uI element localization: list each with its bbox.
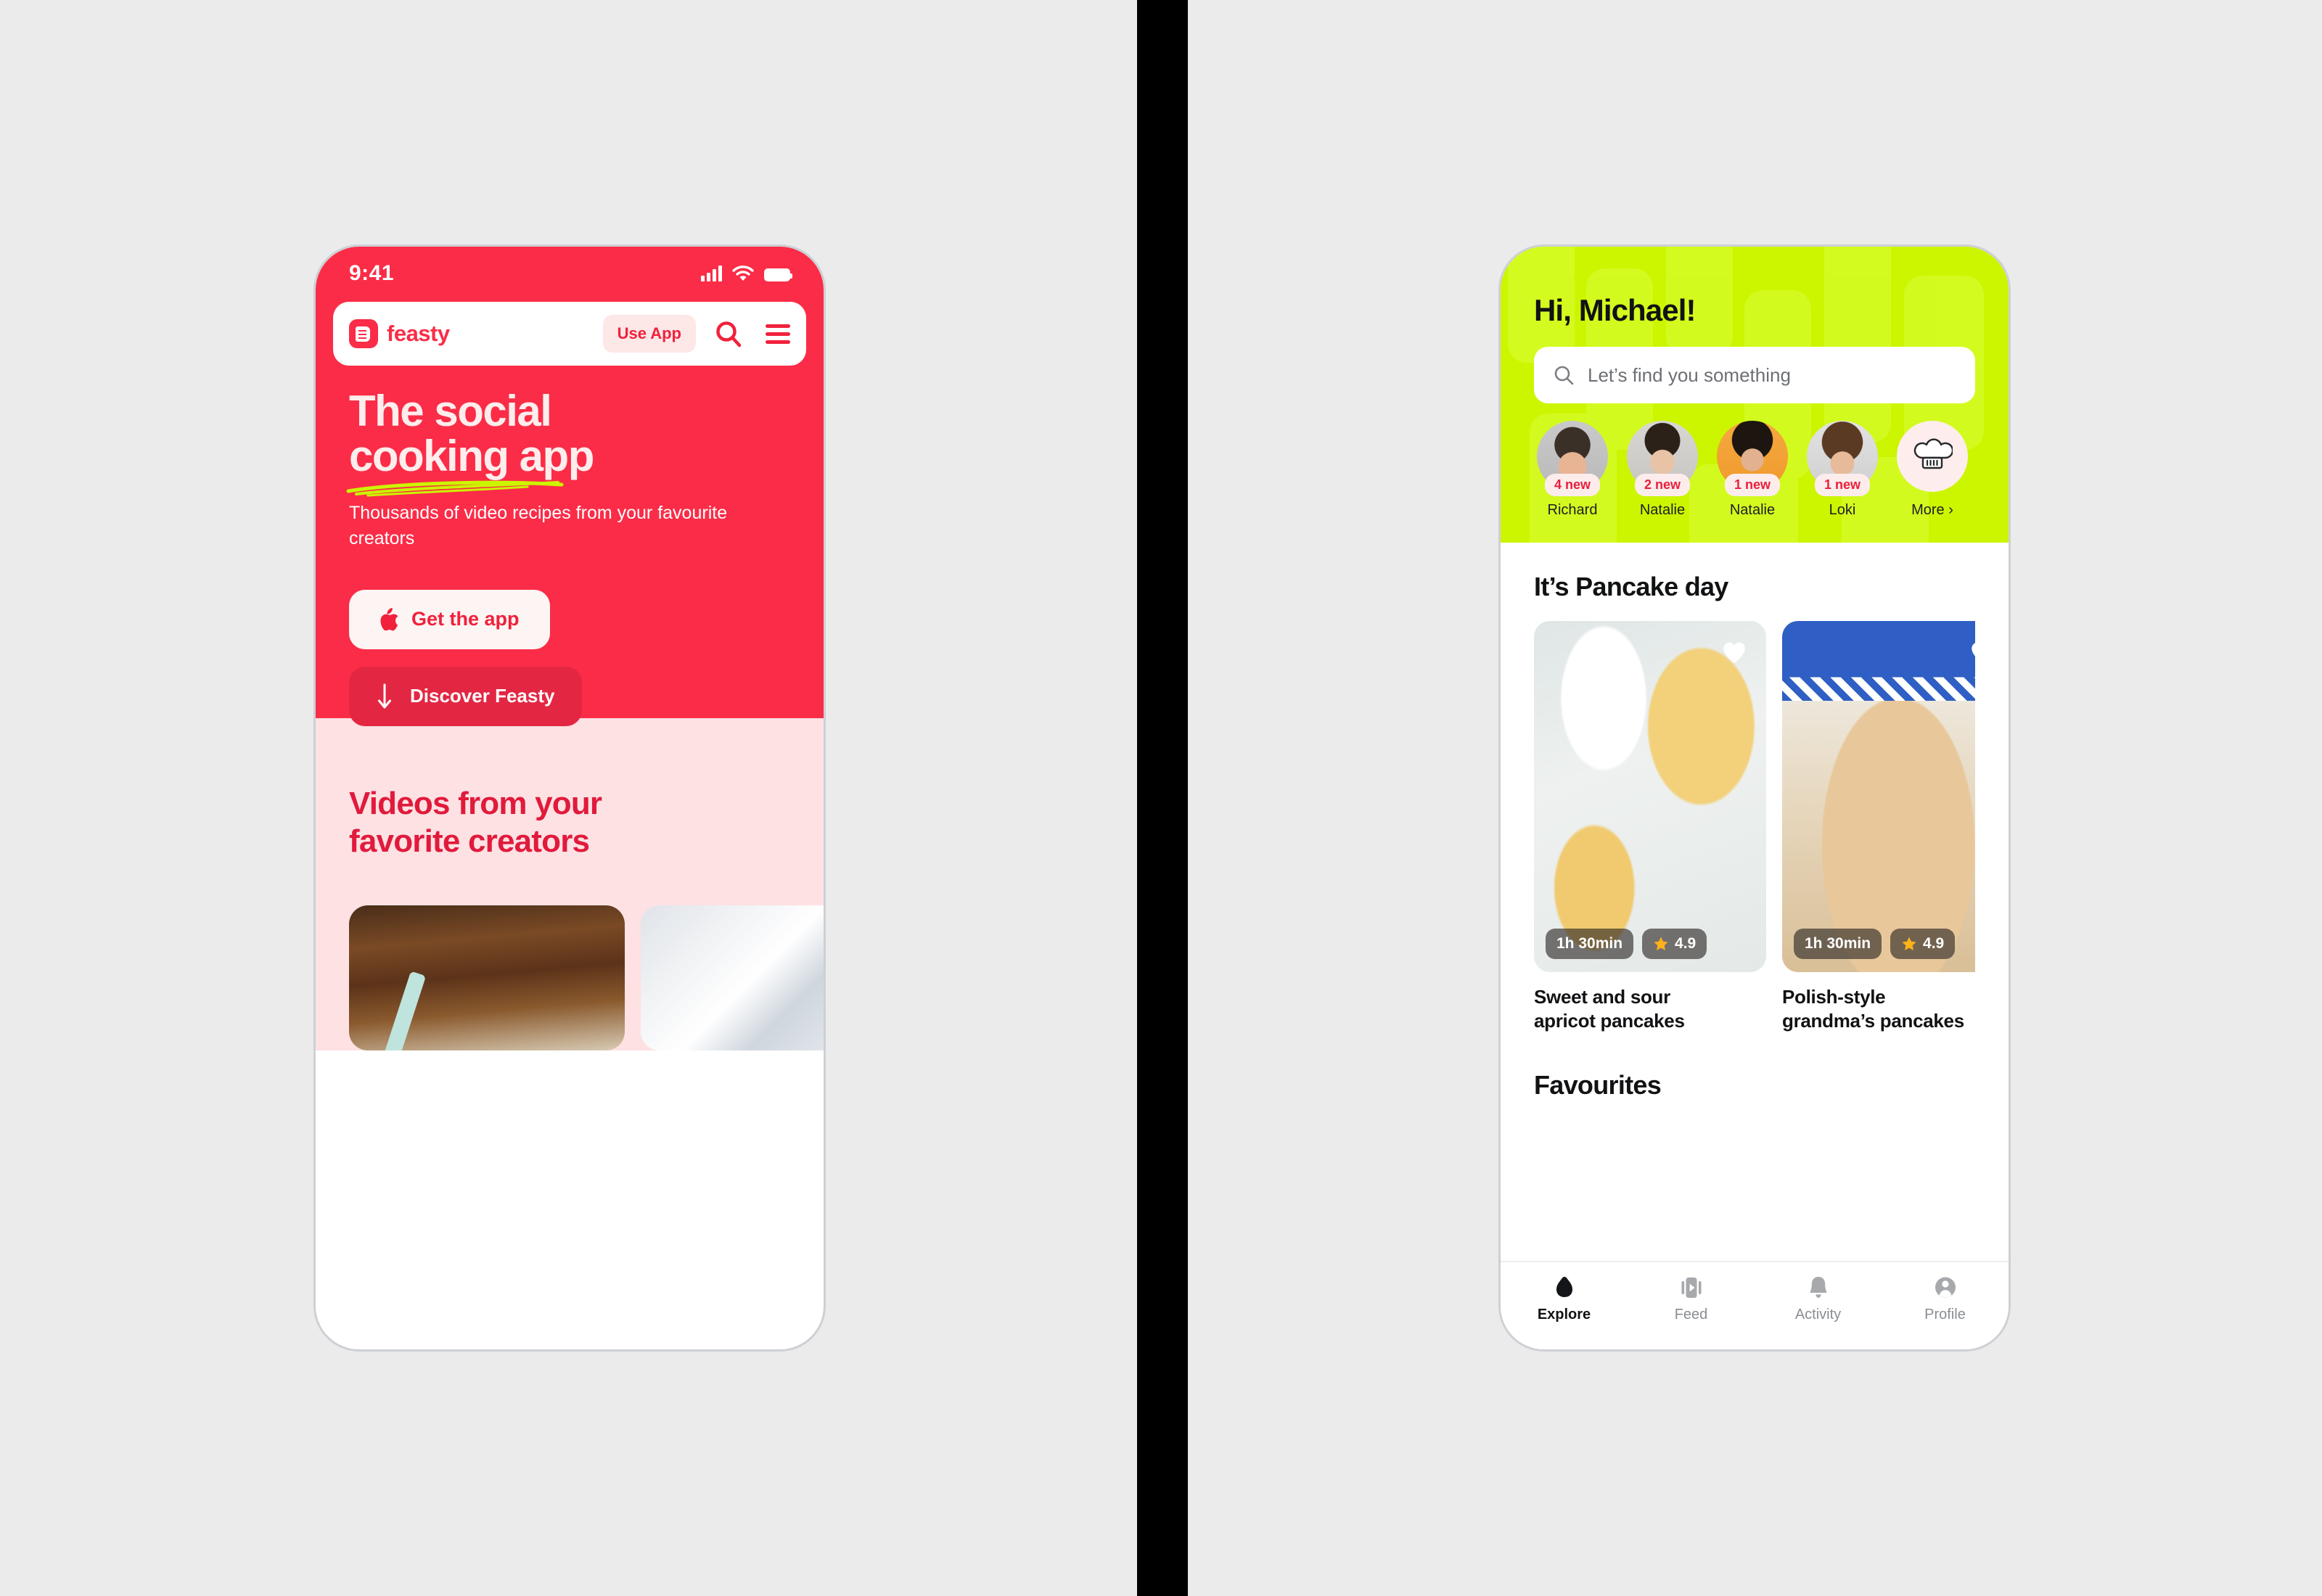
get-the-app-label: Get the app xyxy=(411,608,520,630)
video-thumbnail[interactable] xyxy=(641,905,824,1050)
story-badge: 1 new xyxy=(1724,474,1781,496)
recipe-image: 1h 30min 4.9 xyxy=(1782,621,1975,972)
recipe-rating-value: 4.9 xyxy=(1923,935,1945,952)
recipe-time-chip: 1h 30min xyxy=(1546,929,1634,959)
app-navbar: feasty Use App xyxy=(333,302,806,366)
get-the-app-button[interactable]: Get the app xyxy=(349,589,550,649)
apple-icon xyxy=(380,607,398,630)
pancake-section-title: It’s Pancake day xyxy=(1534,572,1728,601)
greeting-title: Hi, Michael! xyxy=(1534,293,1696,327)
search-placeholder: Let’s find you something xyxy=(1588,363,1791,386)
hero-subtitle: Thousands of video recipes from your fav… xyxy=(349,502,728,549)
status-time: 9:41 xyxy=(349,261,395,285)
battery-icon xyxy=(764,268,792,281)
brand[interactable]: feasty xyxy=(349,319,450,348)
recipe-rating-chip: 4.9 xyxy=(1642,929,1707,959)
status-bar: 9:41 xyxy=(316,247,824,290)
recipe-time-chip: 1h 30min xyxy=(1794,929,1882,959)
tab-feed[interactable]: Feed xyxy=(1628,1275,1755,1323)
app-body: It’s Pancake day 1h 30min 4.9 Sweet and … xyxy=(1501,572,2009,1101)
creators-title-line2: favorite creators xyxy=(349,823,590,859)
person-icon xyxy=(1935,1277,1956,1298)
recipe-title-line1: Sweet and sour xyxy=(1534,986,1670,1008)
use-app-button[interactable]: Use App xyxy=(602,315,696,353)
creators-title-line1: Videos from your xyxy=(349,786,602,821)
creators-section: Videos from your favorite creators xyxy=(316,718,824,1050)
story-item[interactable]: 2 new Natalie xyxy=(1624,421,1701,519)
recipe-rating-chip: 4.9 xyxy=(1890,929,1956,959)
right-phone-mockup: Hi, Michael! Let’s find you something 4 … xyxy=(1501,247,2009,1349)
app-header: Hi, Michael! Let’s find you something 4 … xyxy=(1501,247,2009,543)
story-name: Natalie xyxy=(1729,502,1776,518)
hero-title: The social cooking app xyxy=(346,387,594,497)
story-item[interactable]: 1 new Natalie xyxy=(1714,421,1791,519)
story-badge: 1 new xyxy=(1814,474,1871,496)
arrow-down-icon xyxy=(378,683,391,709)
stories-row[interactable]: 4 new Richard 2 new Natalie 1 new Natali… xyxy=(1534,421,1975,519)
story-item-more[interactable]: More › xyxy=(1894,421,1971,519)
recipe-image: 1h 30min 4.9 xyxy=(1534,621,1766,972)
recipe-carousel[interactable]: 1h 30min 4.9 Sweet and sour apricot panc… xyxy=(1534,621,1975,1032)
video-thumbnail[interactable] xyxy=(349,905,625,1050)
brand-name: feasty xyxy=(387,321,450,346)
search-icon xyxy=(1554,366,1574,385)
recipe-title-line2: grandma’s pancakes xyxy=(1782,1009,1964,1032)
story-name: Natalie xyxy=(1639,502,1686,518)
signal-bars-icon xyxy=(701,266,722,281)
tab-profile[interactable]: Profile xyxy=(1882,1275,2009,1323)
story-item[interactable]: 1 new Loki xyxy=(1804,421,1881,519)
recipe-card[interactable]: 1h 30min 4.9 Sweet and sour apricot panc… xyxy=(1534,621,1766,1032)
recipe-card[interactable]: 1h 30min 4.9 Polish-style grandma’s panc… xyxy=(1782,621,1975,1032)
hero-section: 9:41 feasty Use App The social cooking a… xyxy=(316,247,824,726)
favourites-title: Favourites xyxy=(1534,1070,1662,1100)
hero-title-line2: cooking app xyxy=(349,431,594,480)
search-icon[interactable] xyxy=(715,320,742,347)
tab-feed-label: Feed xyxy=(1674,1307,1708,1323)
tab-activity-label: Activity xyxy=(1794,1307,1842,1323)
recipe-title: Sweet and sour apricot pancakes xyxy=(1534,985,1766,1032)
underline-squiggle-icon xyxy=(346,480,564,497)
bell-icon xyxy=(1810,1277,1826,1298)
star-icon xyxy=(1654,937,1668,950)
home-icon xyxy=(1556,1277,1572,1297)
wifi-icon xyxy=(732,266,754,281)
hamburger-menu-icon[interactable] xyxy=(766,324,790,344)
left-phone-mockup: 9:41 feasty Use App The social cooking a… xyxy=(316,247,824,1349)
discover-feasty-button[interactable]: Discover Feasty xyxy=(349,666,583,726)
panel-divider xyxy=(1137,0,1188,1596)
tab-explore[interactable]: Explore xyxy=(1501,1275,1628,1323)
story-badge: 2 new xyxy=(1634,474,1691,496)
recipe-title-line1: Polish-style xyxy=(1782,986,1886,1008)
bottom-tab-bar: Explore Feed Activity Profile xyxy=(1501,1261,2009,1349)
creator-video-carousel[interactable] xyxy=(349,905,824,1050)
tab-activity[interactable]: Activity xyxy=(1755,1275,1882,1323)
search-input[interactable]: Let’s find you something xyxy=(1534,347,1975,403)
feed-play-icon xyxy=(1681,1278,1701,1298)
recipe-title-line2: apricot pancakes xyxy=(1534,1009,1685,1032)
story-badge: 4 new xyxy=(1544,474,1601,496)
tab-explore-label: Explore xyxy=(1537,1307,1591,1323)
feasty-logo-icon xyxy=(349,319,378,348)
hero-title-line1: The social xyxy=(349,387,552,435)
recipe-title: Polish-style grandma’s pancakes xyxy=(1782,985,1975,1032)
story-name: Loki xyxy=(1829,502,1856,518)
heart-icon[interactable] xyxy=(1720,637,1749,666)
story-item[interactable]: 4 new Richard xyxy=(1534,421,1611,519)
story-more-label: More › xyxy=(1911,502,1953,518)
creators-title: Videos from your favorite creators xyxy=(349,785,790,860)
tab-profile-label: Profile xyxy=(1924,1307,1966,1323)
star-icon xyxy=(1902,937,1916,950)
chef-hat-icon xyxy=(1897,421,1968,492)
recipe-rating-value: 4.9 xyxy=(1675,935,1697,952)
story-name: Richard xyxy=(1547,502,1598,518)
discover-feasty-label: Discover Feasty xyxy=(410,685,555,707)
heart-icon[interactable] xyxy=(1968,637,1975,666)
